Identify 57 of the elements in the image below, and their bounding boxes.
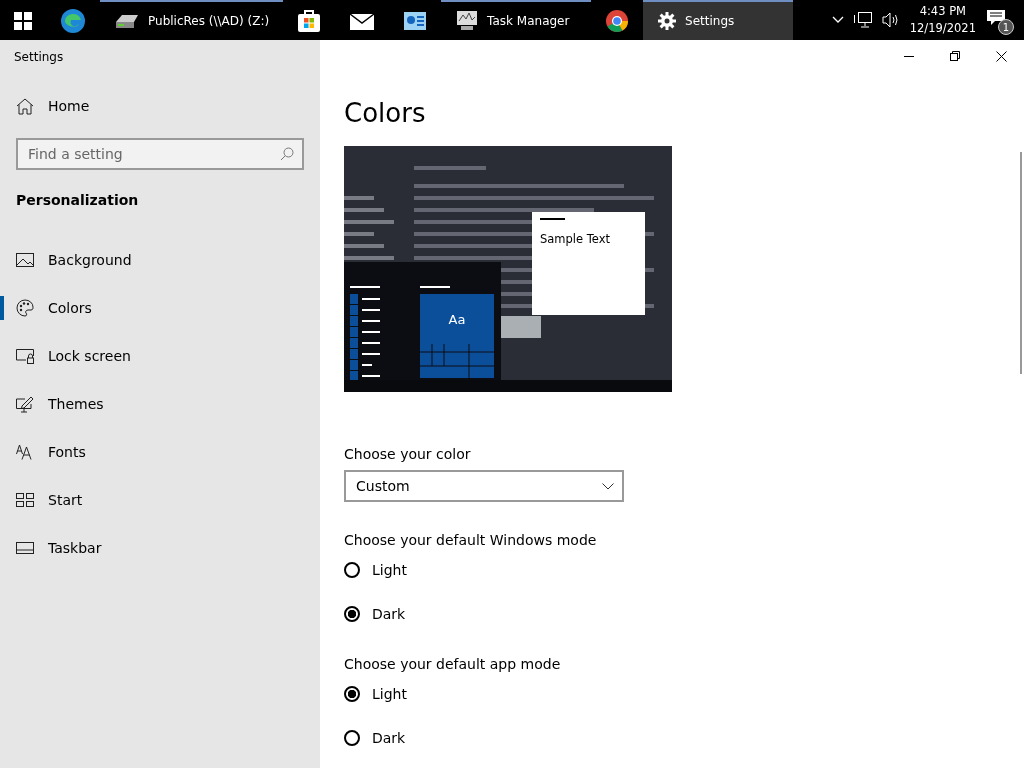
group-label: Choose your default Windows mode	[344, 532, 598, 548]
scrollbar[interactable]	[1020, 152, 1022, 374]
notification-count: 1	[998, 19, 1014, 35]
chevron-up-icon[interactable]	[831, 16, 844, 24]
color-dropdown[interactable]: Custom	[344, 470, 624, 502]
sample-text: Sample Text	[540, 232, 611, 246]
app-window-icon[interactable]	[403, 11, 428, 31]
notification-icon[interactable]	[986, 9, 1006, 27]
clock-date[interactable]: 12/19/2021	[909, 20, 976, 37]
clock-time[interactable]: 4:43 PM	[919, 3, 966, 20]
nav-item[interactable]: Themes	[0, 380, 320, 428]
restore-button[interactable]	[950, 51, 960, 61]
minimize-button[interactable]	[904, 55, 914, 57]
home-link[interactable]: Home	[0, 94, 320, 118]
search-icon	[280, 147, 294, 161]
mail-icon[interactable]	[349, 11, 376, 31]
close-button[interactable]	[995, 50, 1007, 62]
radio-circle[interactable]	[344, 730, 360, 746]
field-label: Choose your color	[344, 446, 472, 462]
lock-screen-icon	[16, 348, 34, 364]
settings-icon	[657, 11, 678, 31]
nav-item[interactable]: Background	[0, 236, 320, 284]
radio-option[interactable]: Dark	[344, 726, 406, 750]
radio-option[interactable]: Light	[344, 682, 407, 706]
store-icon[interactable]	[297, 9, 322, 33]
section-heading: Personalization	[15, 192, 140, 208]
pen-monitor-icon	[16, 395, 34, 413]
windows-logo-icon[interactable]	[14, 12, 32, 30]
browser-icon[interactable]	[60, 8, 86, 34]
drive-icon	[114, 12, 140, 30]
radio-circle[interactable]	[344, 562, 360, 578]
page-title: Colors	[344, 97, 426, 130]
taskbar-button[interactable]: Settings	[643, 0, 794, 40]
network-icon[interactable]	[853, 12, 872, 28]
nav-item[interactable]: Taskbar	[0, 524, 320, 572]
nav-item[interactable]: Lock screen	[0, 332, 320, 380]
fonts-icon	[16, 444, 34, 460]
tiles-icon	[16, 493, 34, 507]
radio-option[interactable]: Dark	[344, 602, 406, 626]
chrome-icon[interactable]	[605, 9, 630, 33]
home-icon	[16, 97, 34, 115]
nav-item[interactable]: Fonts	[0, 428, 320, 476]
group-label: Choose your default app mode	[344, 656, 562, 672]
chevron-down-icon	[602, 482, 614, 490]
nav-item[interactable]: Colors	[0, 284, 320, 332]
search-field[interactable]: Find a setting	[16, 138, 304, 170]
palette-icon	[16, 299, 34, 317]
taskbar-icon	[16, 542, 34, 554]
tile-label: Aa	[420, 294, 494, 344]
radio-circle[interactable]	[344, 686, 360, 702]
window-title: Settings	[13, 49, 65, 66]
monitor-chart-icon	[455, 10, 480, 32]
radio-circle[interactable]	[344, 606, 360, 622]
volume-icon[interactable]	[881, 12, 900, 28]
nav-item[interactable]: Start	[0, 476, 320, 524]
radio-option[interactable]: Light	[344, 558, 407, 582]
picture-icon	[16, 252, 34, 268]
